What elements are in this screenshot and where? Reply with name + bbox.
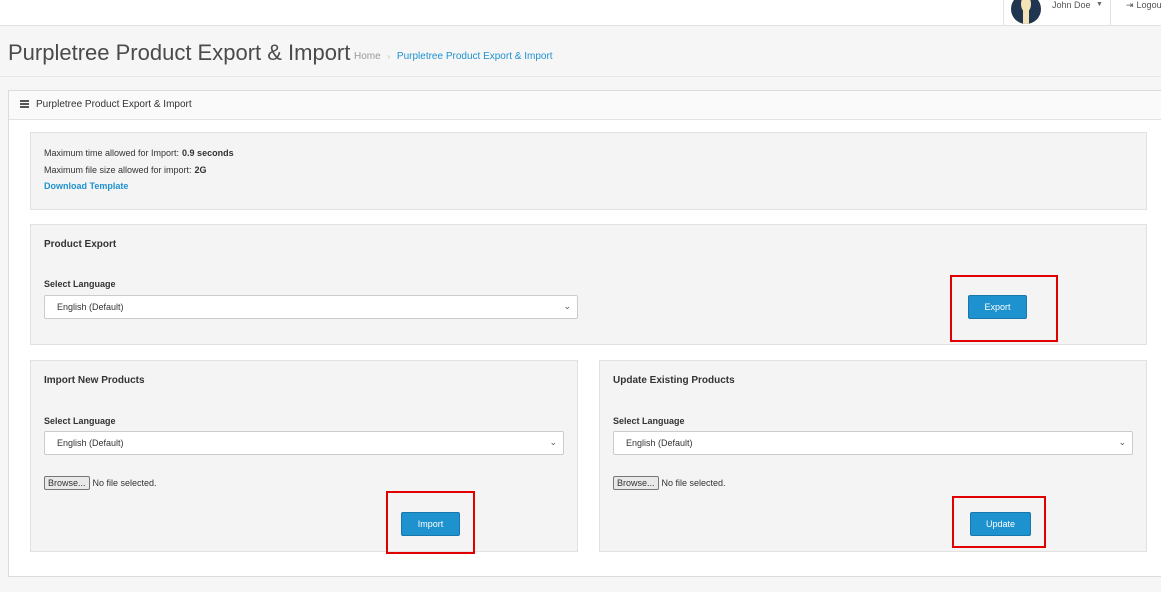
highlight-box-import — [386, 491, 475, 554]
breadcrumb-home[interactable]: Home — [354, 51, 381, 62]
logout-label: Logou — [1136, 0, 1161, 10]
user-name: John Doe — [1052, 0, 1091, 10]
avatar — [1011, 0, 1041, 24]
section-title-export: Product Export — [44, 239, 117, 250]
language-label-export: Select Language — [44, 279, 116, 289]
chevron-down-icon: ⌄ — [1118, 437, 1126, 447]
download-template-link[interactable]: Download Template — [44, 181, 128, 191]
import-new-products-section: Import New Products Select Language Engl… — [30, 360, 578, 552]
import-info-box: Maximum time allowed for Import: 0.9 seco… — [30, 132, 1147, 210]
caret-down-icon: ▼ — [1096, 1, 1103, 8]
language-select-value: English (Default) — [626, 438, 693, 448]
sign-out-icon: ⇥ — [1126, 0, 1134, 10]
top-navbar: John Doe ▼ ⇥ Logou — [0, 0, 1161, 26]
list-icon — [20, 100, 29, 108]
file-input-update[interactable]: Browse... No file selected. — [613, 476, 726, 490]
breadcrumb-separator: › — [387, 52, 391, 61]
language-select-update[interactable]: English (Default) ⌄ — [613, 431, 1133, 455]
highlight-box-update — [952, 496, 1046, 548]
page-title: Purpletree Product Export & Import — [8, 40, 351, 65]
language-select-export[interactable]: English (Default) ⌄ — [44, 295, 578, 319]
chevron-down-icon: ⌄ — [549, 437, 557, 447]
section-title-import: Import New Products — [44, 375, 145, 386]
panel-title: Purpletree Product Export & Import — [36, 99, 192, 110]
file-status: No file selected. — [661, 478, 726, 488]
file-input-import[interactable]: Browse... No file selected. — [44, 476, 157, 490]
language-label-import: Select Language — [44, 416, 116, 426]
language-select-value: English (Default) — [57, 302, 124, 312]
browse-button[interactable]: Browse... — [613, 476, 659, 490]
max-time-info: Maximum time allowed for Import: 0.9 seco… — [44, 148, 234, 158]
language-select-import[interactable]: English (Default) ⌄ — [44, 431, 564, 455]
file-status: No file selected. — [92, 478, 157, 488]
language-label-update: Select Language — [613, 416, 685, 426]
max-size-info: Maximum file size allowed for import: 2G — [44, 165, 207, 175]
update-existing-products-section: Update Existing Products Select Language… — [599, 360, 1147, 552]
chevron-down-icon: ⌄ — [563, 301, 571, 311]
section-title-update: Update Existing Products — [613, 375, 735, 386]
logout-link[interactable]: ⇥ Logou — [1126, 0, 1161, 11]
browse-button[interactable]: Browse... — [44, 476, 90, 490]
panel-heading: Purpletree Product Export & Import — [9, 91, 1161, 120]
user-menu[interactable]: John Doe ▼ — [1003, 0, 1111, 26]
breadcrumb: Home › Purpletree Product Export & Impor… — [354, 51, 553, 62]
highlight-box-export — [950, 275, 1058, 342]
page-header: Purpletree Product Export & Import Home … — [0, 27, 1161, 77]
breadcrumb-current[interactable]: Purpletree Product Export & Import — [397, 51, 553, 62]
language-select-value: English (Default) — [57, 438, 124, 448]
